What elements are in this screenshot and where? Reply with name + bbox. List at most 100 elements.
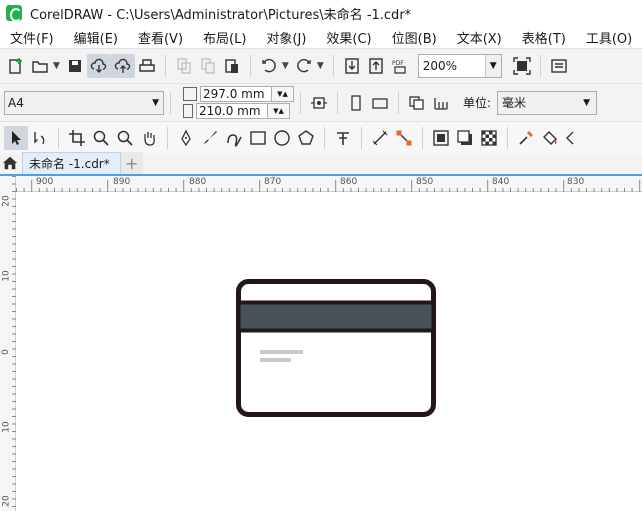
open-folder-icon[interactable]	[28, 54, 52, 78]
cloud-download-icon[interactable]	[86, 54, 111, 78]
chevron-down-icon[interactable]: ▼	[484, 55, 501, 77]
ruler-label: 10	[1, 270, 12, 282]
undo-icon[interactable]	[257, 54, 281, 78]
all-pages-icon[interactable]	[405, 91, 429, 115]
eyedropper-icon[interactable]	[514, 126, 538, 150]
home-icon	[2, 156, 18, 170]
zoom-value: 200%	[422, 59, 458, 73]
pan-hand-icon[interactable]	[137, 126, 161, 150]
unit-value: 毫米	[502, 96, 527, 110]
menu-table[interactable]: 表格(T)	[512, 28, 576, 47]
ruler-label: 830	[567, 177, 585, 187]
property-bar: A4 ▼ 297.0 mm ▼▲ 210.0 mm ▼▲ 单位: 毫米 ▼	[0, 83, 642, 121]
rectangle-tool-icon[interactable]	[246, 126, 270, 150]
ruler-label: 20	[1, 495, 12, 507]
vertical-ruler[interactable]: 20 10 0 10 20	[0, 176, 16, 511]
cloud-upload-icon[interactable]	[110, 54, 135, 78]
document-tab-bar: 未命名 -1.cdr* +	[0, 152, 642, 176]
smart-fill-icon[interactable]	[562, 126, 586, 150]
chevron-down-icon[interactable]: ▼	[53, 61, 60, 71]
ruler-label: 840	[492, 177, 510, 187]
unit-select[interactable]: 毫米 ▼	[497, 90, 598, 115]
separator	[337, 91, 338, 114]
standard-toolbar: ▼ ▼ ▼ PDF 200% ▼	[0, 48, 642, 83]
menu-view[interactable]: 查看(V)	[128, 28, 193, 47]
landscape-orientation-icon[interactable]	[368, 91, 392, 115]
separator	[167, 127, 168, 149]
paper-size-value: A4	[8, 95, 24, 110]
home-tab[interactable]	[0, 152, 20, 174]
lasso-curve-icon[interactable]	[222, 126, 246, 150]
ruler-label: 900	[36, 177, 54, 187]
page-height-stepper[interactable]: ▼▲	[268, 103, 290, 119]
paper-size-select[interactable]: A4 ▼	[4, 90, 164, 115]
export-icon[interactable]	[364, 54, 388, 78]
menu-object[interactable]: 对象(J)	[256, 28, 316, 47]
portrait-orientation-icon[interactable]	[344, 91, 368, 115]
drop-shadow-icon[interactable]	[453, 126, 477, 150]
current-page-icon[interactable]	[429, 91, 453, 115]
svg-text:PDF: PDF	[392, 60, 404, 67]
copy-icon[interactable]	[196, 54, 220, 78]
page-height-field[interactable]: 210.0 mm	[196, 103, 268, 119]
page-width-field[interactable]: 297.0 mm	[200, 86, 272, 102]
separator	[539, 55, 541, 77]
separator	[507, 127, 508, 149]
zoom-search-icon[interactable]	[113, 126, 137, 150]
menu-file[interactable]: 文件(F)	[0, 28, 64, 47]
menu-effects[interactable]: 效果(C)	[316, 28, 381, 47]
separator	[58, 127, 59, 149]
save-icon[interactable]	[63, 54, 87, 78]
chevron-down-icon[interactable]: ▼	[152, 98, 159, 108]
chevron-down-icon[interactable]: ▼	[583, 98, 590, 108]
artistic-media-brush-icon[interactable]	[198, 126, 222, 150]
page-dimensions: 297.0 mm ▼▲ 210.0 mm ▼▲	[183, 86, 294, 120]
menu-text[interactable]: 文本(X)	[447, 28, 512, 47]
connector-tool-icon[interactable]	[392, 126, 416, 150]
options-icon[interactable]	[547, 54, 571, 78]
pick-tool-icon[interactable]	[4, 126, 28, 150]
drawing-canvas[interactable]	[17, 193, 642, 511]
apply-size-to-all-pages-icon[interactable]	[307, 91, 331, 115]
new-document-icon[interactable]	[4, 54, 28, 78]
page-width-stepper[interactable]: ▼▲	[272, 86, 294, 102]
chevron-down-icon[interactable]: ▼	[317, 61, 324, 71]
polygon-tool-icon[interactable]	[294, 126, 318, 150]
card-text-line-1	[260, 350, 303, 354]
magnetic-stripe	[236, 300, 436, 333]
menu-layout[interactable]: 布局(L)	[193, 28, 256, 47]
separator	[170, 91, 171, 114]
menu-tools[interactable]: 工具(O)	[576, 28, 642, 47]
pen-tool-icon[interactable]	[174, 126, 198, 150]
ruler-label: 850	[416, 177, 434, 187]
text-tool-icon[interactable]	[331, 126, 355, 150]
full-screen-preview-icon[interactable]	[510, 54, 534, 78]
chevron-down-icon[interactable]: ▼	[282, 61, 289, 71]
horizontal-ruler[interactable]: 900 890 880 870 860 850 840 830	[16, 176, 642, 192]
credit-card-drawing[interactable]	[17, 193, 642, 511]
import-icon[interactable]	[340, 54, 364, 78]
publish-pdf-icon[interactable]: PDF	[388, 54, 412, 78]
zoom-tool-icon[interactable]	[89, 126, 113, 150]
ruler-label: 860	[340, 177, 358, 187]
cut-icon[interactable]	[172, 54, 196, 78]
contour-tool-icon[interactable]	[429, 126, 453, 150]
add-document-tab-icon[interactable]: +	[120, 152, 143, 174]
crop-tool-icon[interactable]	[65, 126, 89, 150]
unit-label: 单位:	[463, 96, 492, 110]
menu-bitmaps[interactable]: 位图(B)	[382, 28, 447, 47]
page-width-icon	[183, 87, 197, 101]
document-tab[interactable]: 未命名 -1.cdr*	[22, 152, 121, 174]
interactive-fill-icon[interactable]	[538, 126, 562, 150]
transparency-icon[interactable]	[477, 126, 501, 150]
menu-edit[interactable]: 编辑(E)	[64, 28, 128, 47]
shape-tool-icon[interactable]	[28, 126, 52, 150]
title-bar: CorelDRAW - C:\Users\Administrator\Pictu…	[0, 0, 642, 26]
ellipse-tool-icon[interactable]	[270, 126, 294, 150]
dimension-line-icon[interactable]	[368, 126, 392, 150]
print-icon[interactable]	[135, 54, 159, 78]
paste-icon[interactable]	[220, 54, 244, 78]
redo-icon[interactable]	[292, 54, 316, 78]
separator	[361, 127, 362, 149]
zoom-level-combobox[interactable]: 200% ▼	[417, 54, 502, 78]
